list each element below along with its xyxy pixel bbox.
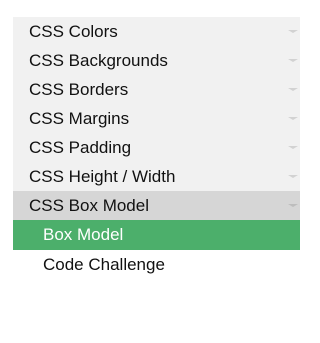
sidebar-item-label: CSS Height / Width bbox=[29, 167, 176, 186]
sidebar-item-label: CSS Padding bbox=[29, 138, 132, 157]
sidebar-item-label: CSS Box Model bbox=[29, 196, 149, 215]
sidebar-subitem-label: Code Challenge bbox=[43, 255, 165, 274]
sidebar-item-css-borders[interactable]: CSS Borders bbox=[13, 75, 300, 104]
chevron-down-icon bbox=[288, 204, 298, 207]
sidebar-item-css-padding[interactable]: CSS Padding bbox=[13, 133, 300, 162]
sidebar-item-css-colors[interactable]: CSS Colors bbox=[13, 17, 300, 46]
sidebar-item-label: CSS Colors bbox=[29, 22, 118, 41]
chevron-down-icon bbox=[288, 30, 298, 33]
sidebar-item-css-margins[interactable]: CSS Margins bbox=[13, 104, 300, 133]
sidebar-item-css-height-width[interactable]: CSS Height / Width bbox=[13, 162, 300, 191]
sidebar-item-label: CSS Margins bbox=[29, 109, 130, 128]
sidebar-item-label: CSS Borders bbox=[29, 80, 129, 99]
sidebar-subitem-code-challenge[interactable]: Code Challenge bbox=[13, 250, 300, 280]
sidebar-item-css-backgrounds[interactable]: CSS Backgrounds bbox=[13, 46, 300, 75]
chevron-down-icon bbox=[288, 117, 298, 120]
chevron-down-icon bbox=[288, 146, 298, 149]
sidebar-item-css-box-model[interactable]: CSS Box Model bbox=[13, 191, 300, 220]
chevron-down-icon bbox=[288, 88, 298, 91]
chevron-down-icon bbox=[288, 175, 298, 178]
sidebar-item-label: CSS Backgrounds bbox=[29, 51, 168, 70]
sidebar-subitem-box-model[interactable]: Box Model bbox=[13, 220, 300, 250]
sidebar-menu: CSS Colors CSS Backgrounds CSS Borders C… bbox=[13, 17, 300, 280]
chevron-down-icon bbox=[288, 59, 298, 62]
sidebar-subitem-label: Box Model bbox=[43, 225, 124, 244]
